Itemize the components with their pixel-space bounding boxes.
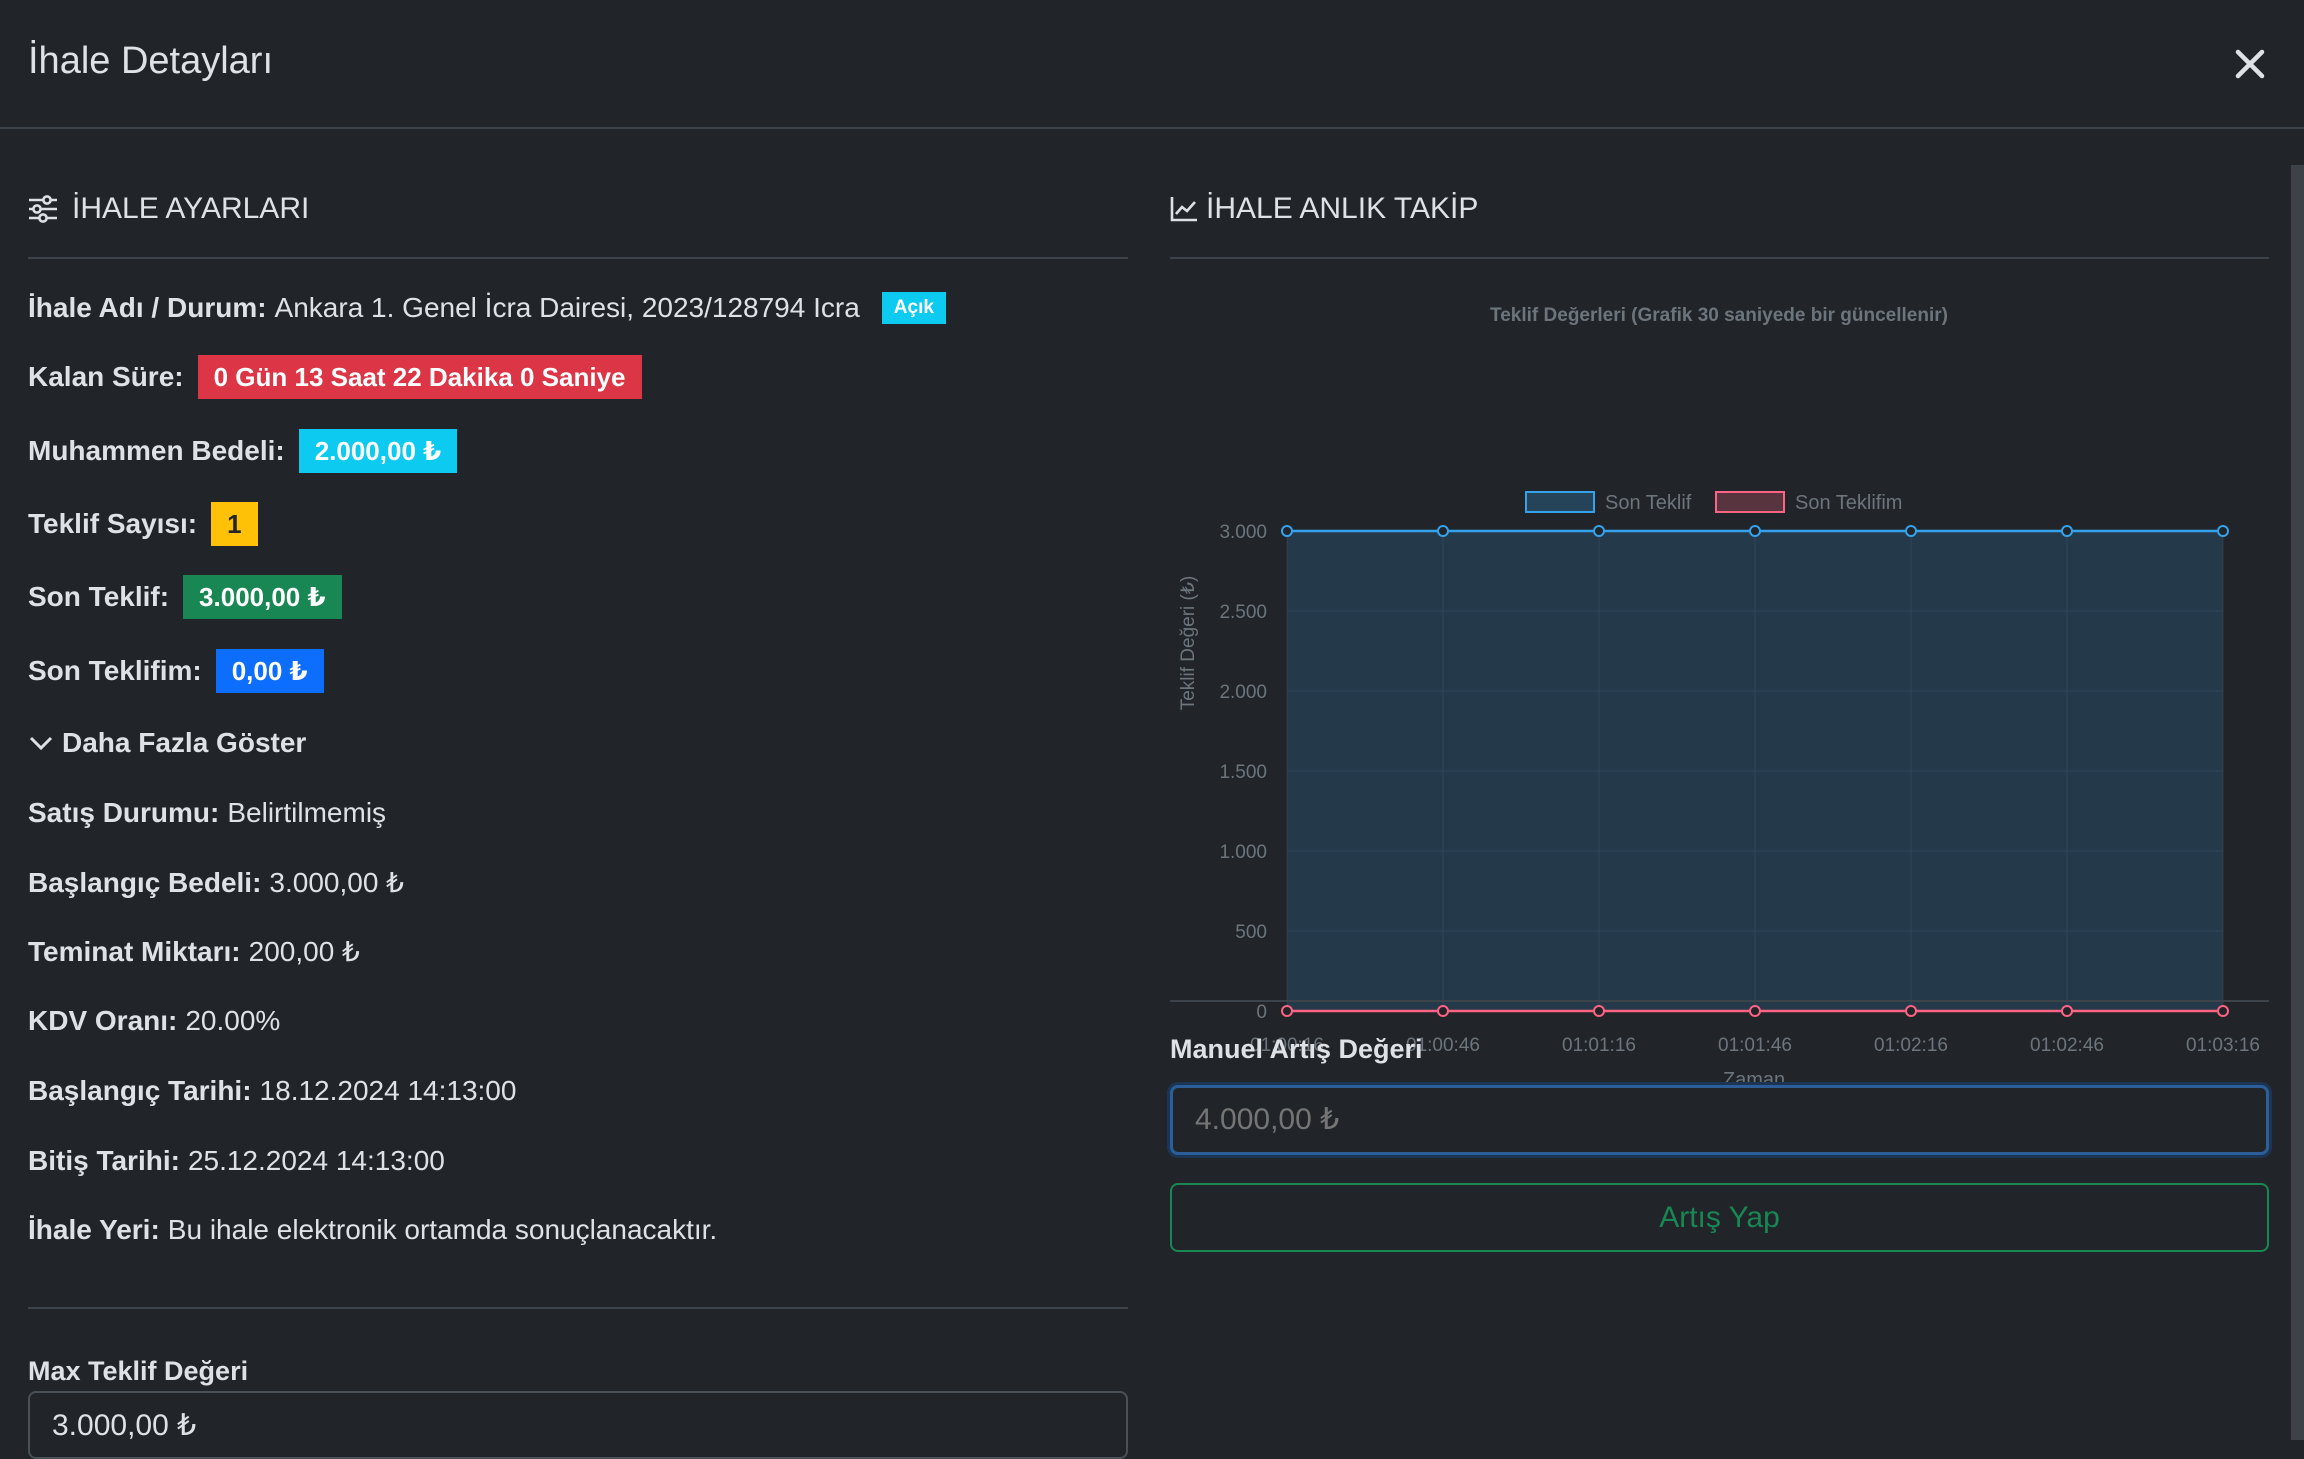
sliders-icon <box>29 195 57 223</box>
start-price-row: Başlangıç Bedeli: 3.000,00 ₺ <box>28 865 404 901</box>
y-tick-label: 3.000 <box>1219 522 1267 543</box>
data-point <box>1905 1005 1917 1017</box>
y-tick-label: 0 <box>1256 1002 1267 1023</box>
chart-line-icon <box>1170 197 1197 222</box>
scrollbar[interactable] <box>2291 165 2304 1440</box>
deposit-row: Teminat Miktarı: 200,00 ₺ <box>28 934 360 970</box>
legend-swatch <box>1525 491 1595 513</box>
data-point <box>1281 1005 1293 1017</box>
remaining-time-badge: 0 Gün 13 Saat 22 Dakika 0 Saniye <box>197 355 642 399</box>
data-point <box>1281 525 1293 537</box>
show-more-row: Daha Fazla Göster <box>28 725 306 761</box>
x-tick-label: 01:02:16 <box>1874 1035 1948 1056</box>
modal-header: İhale Detayları <box>0 0 2304 129</box>
bid-count-label: Teklif Sayısı: <box>28 508 198 539</box>
max-bid-label: Max Teklif Değeri <box>28 1356 249 1386</box>
y-axis-label: Teklif Değeri (₺) <box>1178 576 1199 711</box>
divider <box>28 257 1128 259</box>
sale-status-row: Satış Durumu: Belirtilmemiş <box>28 795 386 831</box>
divider <box>28 1307 1128 1309</box>
estimated-value-label: Muhammen Bedeli: <box>28 435 285 466</box>
chart-title: Teklif Değerleri (Grafik 30 saniyede bir… <box>1490 305 1948 326</box>
start-price-label: Başlangıç Bedeli: <box>28 867 262 898</box>
bid-count-badge: 1 <box>211 502 258 546</box>
x-tick-label: 01:01:46 <box>1718 1035 1792 1056</box>
settings-section-header: İHALE AYARLARI <box>28 189 309 229</box>
y-tick-label: 2.000 <box>1219 682 1267 703</box>
show-more-toggle[interactable]: Daha Fazla Göster <box>28 725 306 761</box>
sale-status-label: Satış Durumu: <box>28 797 220 828</box>
modal-title: İhale Detayları <box>28 40 274 82</box>
start-date-label: Başlangıç Tarihi: <box>28 1075 252 1106</box>
chart-series <box>1281 525 2229 1017</box>
data-point <box>1437 1005 1449 1017</box>
deposit-value: 200,00 ₺ <box>248 936 360 967</box>
remaining-time-row: Kalan Süre: 0 Gün 13 Saat 22 Dakika 0 Sa… <box>28 355 642 399</box>
data-point <box>1593 525 1605 537</box>
divider <box>1170 257 2269 259</box>
settings-section-title: İHALE AYARLARI <box>72 192 310 225</box>
last-bid-label: Son Teklif: <box>28 581 170 612</box>
location-value: Bu ihale elektronik ortamda sonuçlanacak… <box>167 1214 718 1245</box>
data-point <box>2061 525 2073 537</box>
start-date-value: 18.12.2024 14:13:00 <box>259 1075 517 1106</box>
data-point <box>1905 525 1917 537</box>
name-status-label: İhale Adı / Durum: <box>28 292 267 323</box>
vat-row: KDV Oranı: 20.00% <box>28 1003 280 1039</box>
increase-button[interactable]: Artış Yap <box>1170 1183 2269 1252</box>
end-date-label: Bitiş Tarihi: <box>28 1145 180 1176</box>
legend-swatch <box>1715 491 1785 513</box>
manual-increase-label: Manuel Artış Değeri <box>1170 1034 1423 1064</box>
y-tick-label: 1.500 <box>1219 762 1267 783</box>
last-bid-badge: 3.000,00 ₺ <box>183 575 342 619</box>
my-last-bid-badge: 0,00 ₺ <box>215 649 324 693</box>
data-point <box>1749 1005 1761 1017</box>
start-date-row: Başlangıç Tarihi: 18.12.2024 14:13:00 <box>28 1073 516 1109</box>
x-tick-label: 01:02:46 <box>2030 1035 2104 1056</box>
bid-count-row: Teklif Sayısı: 1 <box>28 502 258 546</box>
series-area <box>1287 531 2223 1011</box>
end-date-row: Bitiş Tarihi: 25.12.2024 14:13:00 <box>28 1143 445 1179</box>
my-last-bid-label: Son Teklifim: <box>28 655 202 686</box>
vat-label: KDV Oranı: <box>28 1005 178 1036</box>
show-more-label: Daha Fazla Göster <box>62 727 307 758</box>
status-badge: Açık <box>881 292 946 324</box>
remaining-time-label: Kalan Süre: <box>28 361 184 392</box>
auction-name: Ankara 1. Genel İcra Dairesi, 2023/12879… <box>274 292 860 323</box>
tracking-section-title: İHALE ANLIK TAKİP <box>1206 192 1479 225</box>
data-point <box>2217 525 2229 537</box>
estimated-value-badge: 2.000,00 ₺ <box>298 429 458 473</box>
max-bid-input[interactable]: 3.000,00 ₺ <box>28 1391 1128 1459</box>
tracking-section-header: İHALE ANLIK TAKİP <box>1170 189 1478 229</box>
chart-legend: Son Teklif Son Teklifim <box>1525 491 1902 514</box>
end-date-value: 25.12.2024 14:13:00 <box>187 1145 445 1176</box>
location-label: İhale Yeri: <box>28 1214 160 1245</box>
estimated-value-row: Muhammen Bedeli: 2.000,00 ₺ <box>28 429 458 473</box>
data-point <box>1437 525 1449 537</box>
bid-chart: Teklif Değerleri (Grafik 30 saniyede bir… <box>1178 305 2260 1091</box>
divider <box>1170 1000 2269 1002</box>
data-point <box>2061 1005 2073 1017</box>
data-point <box>1593 1005 1605 1017</box>
y-tick-label: 500 <box>1235 922 1267 943</box>
sale-status-value: Belirtilmemiş <box>227 797 387 828</box>
data-point <box>1749 525 1761 537</box>
name-status-row: İhale Adı / Durum: Ankara 1. Genel İcra … <box>28 290 946 326</box>
legend-label: Son Teklifim <box>1795 492 1902 514</box>
my-last-bid-row: Son Teklifim: 0,00 ₺ <box>28 649 324 693</box>
manual-increase-input[interactable] <box>1170 1085 2269 1155</box>
data-point <box>2217 1005 2229 1017</box>
last-bid-row: Son Teklif: 3.000,00 ₺ <box>28 575 342 619</box>
x-tick-label: 01:03:16 <box>2186 1035 2260 1056</box>
vat-value: 20.00% <box>185 1005 281 1036</box>
legend-label: Son Teklif <box>1605 492 1692 514</box>
y-tick-label: 1.000 <box>1219 842 1267 863</box>
location-row: İhale Yeri: Bu ihale elektronik ortamda … <box>28 1212 717 1248</box>
x-tick-label: 01:01:16 <box>1562 1035 1636 1056</box>
y-tick-label: 2.500 <box>1219 602 1267 623</box>
chevron-down-icon <box>29 736 53 751</box>
start-price-value: 3.000,00 ₺ <box>269 867 404 898</box>
close-icon[interactable] <box>2230 44 2270 84</box>
deposit-label: Teminat Miktarı: <box>28 936 241 967</box>
